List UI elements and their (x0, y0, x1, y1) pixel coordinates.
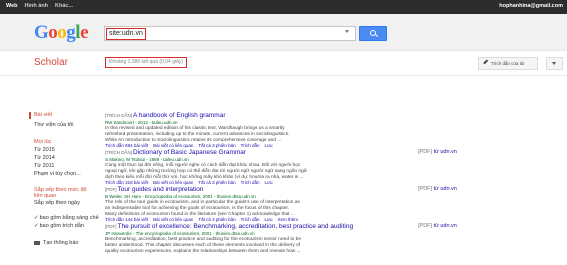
pdf-link[interactable]: [PDF] từ udn.vn (418, 149, 457, 155)
top-nav: Web Hình ảnh Khác... (6, 3, 73, 9)
sidebar-item-since-2011[interactable]: Từ 2011 (34, 163, 54, 169)
google-logo[interactable]: Google (34, 22, 88, 44)
account-email[interactable]: hophanhina@gmail.com (499, 3, 563, 9)
save-link[interactable]: Lưu (265, 143, 273, 148)
sidebar-item-articles[interactable]: Bài viết (29, 112, 52, 119)
checkmark-icon: ✓ (34, 215, 39, 221)
nav-images[interactable]: Hình ảnh (25, 3, 49, 9)
result-title[interactable]: [PDF]The pursuit of excellence: Benchmar… (105, 223, 405, 231)
mail-icon (34, 240, 40, 245)
scholar-bar: Scholar Khoảng 1.380 kết quả (0,04 giây)… (0, 51, 567, 76)
result-snippet: In this revised and updated edition of h… (105, 126, 290, 143)
sidebar-item-include-citations[interactable]: ✓bao gồm trích dẫn (34, 223, 84, 229)
cited-by-link[interactable]: Trích dẫn 694 bài viết (105, 143, 148, 148)
sidebar-item-my-library[interactable]: Thư viện của tôi (34, 122, 73, 128)
result-item: [PDF]Tour guides and interpretation B We… (105, 186, 405, 223)
search-header: Google site:udn.vn (0, 14, 567, 51)
top-nav-bar: Web Hình ảnh Khác... hophanhina@gmail.co… (0, 0, 567, 14)
result-title[interactable]: [TRÍCH DẪN]Dictionary of Basic Japanese … (105, 149, 405, 157)
result-item: [TRÍCH DẪN]A handbook of English grammar… (105, 112, 405, 149)
pdf-link[interactable]: [PDF] từ udn.vn (418, 223, 457, 229)
related-link[interactable]: Bài viết có liên quan (153, 180, 193, 185)
versions-link[interactable]: Tất cả 3 phiên bản (198, 180, 235, 185)
chevron-down-icon (552, 62, 556, 65)
scholar-title: Scholar (34, 57, 68, 68)
cite-link[interactable]: Trích dẫn (241, 217, 260, 222)
more-link[interactable]: Xem thêm (278, 217, 299, 222)
cited-by-link[interactable]: Trích dẫn 318 bài viết (105, 180, 148, 185)
related-link[interactable]: Bài viết có liên quan (153, 217, 193, 222)
result-title[interactable]: [PDF]Tour guides and interpretation (105, 186, 405, 194)
sidebar-item-since-2014[interactable]: Từ 2014 (34, 155, 55, 161)
nav-more[interactable]: Khác... (55, 3, 73, 9)
sidebar-item-sort-date[interactable]: Sắp xếp theo ngày (34, 200, 80, 206)
result-stats: Khoảng 1.380 kết quả (0,04 giây) (105, 57, 187, 68)
search-button[interactable] (359, 26, 387, 41)
checkmark-icon: ✓ (34, 223, 39, 229)
my-citations-button[interactable]: Trích dẫn của tôi (478, 57, 538, 70)
result-item: [TRÍCH DẪN]Dictionary of Basic Japanese … (105, 149, 405, 186)
related-link[interactable]: Bài viết có liên quan (153, 143, 193, 148)
sidebar-item-since-2015[interactable]: Từ 2015 (34, 147, 55, 153)
sidebar-item-include-patents[interactable]: ✓bao gồm bằng sáng chế (34, 215, 99, 221)
result-item: [PDF]The pursuit of excellence: Benchmar… (105, 223, 405, 254)
versions-link[interactable]: Tất cả 3 phiên bản (198, 143, 235, 148)
sidebar-item-create-alert[interactable]: Tạo thông báo (34, 240, 78, 246)
cite-link[interactable]: Trích dẫn (241, 180, 260, 185)
nav-web[interactable]: Web (6, 3, 18, 9)
sidebar-item-any-time[interactable]: Mọi lúc (34, 139, 51, 145)
result-snippet: Benchmarking, accreditation, best practi… (105, 237, 301, 254)
sidebar-item-custom-range[interactable]: Phạm vi tùy chọn... (34, 171, 81, 177)
pdf-link[interactable]: [PDF] từ udn.vn (418, 186, 457, 192)
sidebar-item-sort-relevance[interactable]: Sắp xếp theo mức độ liên quan (34, 187, 94, 199)
more-options-button[interactable] (546, 57, 563, 70)
save-link[interactable]: Lưu (265, 180, 273, 185)
cite-link[interactable]: Trích dẫn (241, 143, 260, 148)
search-options-icon[interactable] (345, 30, 349, 33)
search-input[interactable]: site:udn.vn (104, 26, 356, 41)
search-query[interactable]: site:udn.vn (106, 28, 146, 40)
cited-by-link[interactable]: Trích dẫn 144 bài viết (105, 217, 148, 222)
pencil-icon (483, 59, 488, 65)
save-link[interactable]: Lưu (265, 217, 273, 222)
result-snippet: Cùng một thực tại đời sống, mỗi người ng… (105, 163, 307, 180)
result-title[interactable]: [TRÍCH DẪN]A handbook of English grammar (105, 112, 405, 120)
result-snippet: The role of the tour guide in ecotourism… (105, 200, 300, 217)
versions-link[interactable]: Tất cả 3 phiên bản (198, 217, 235, 222)
